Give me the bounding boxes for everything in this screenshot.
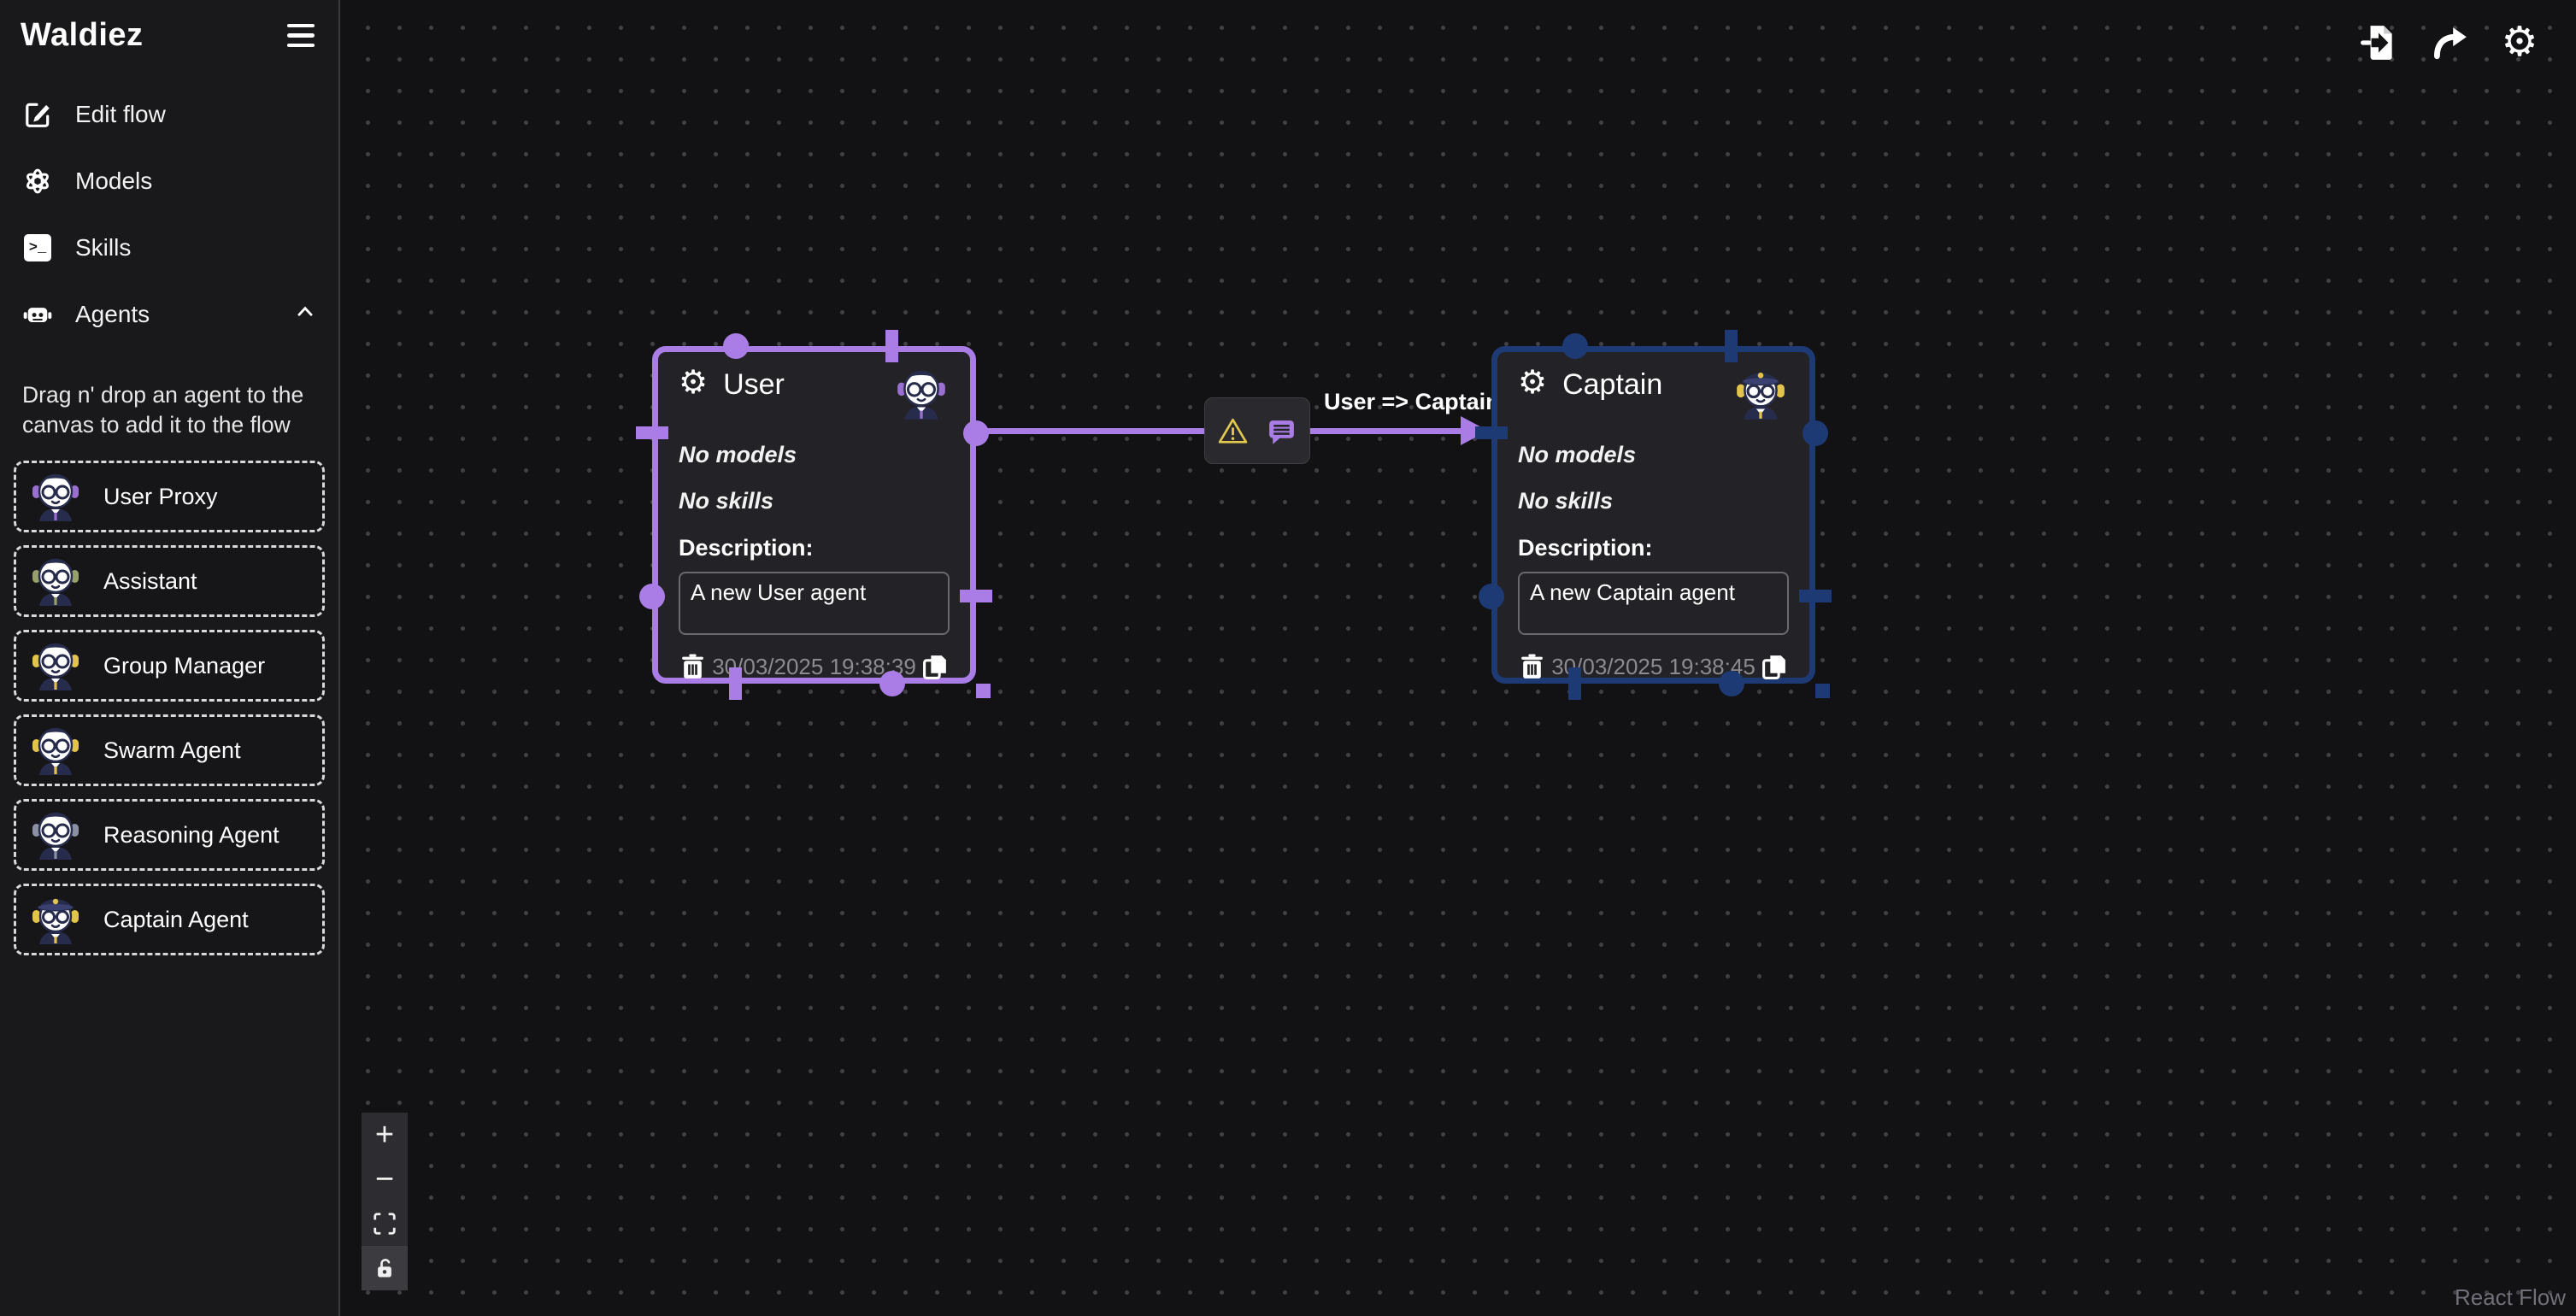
fit-view-button[interactable] [362, 1201, 408, 1246]
node-skills-status: No skills [1518, 488, 1789, 514]
settings-gear-icon: ⚙ [2501, 21, 2538, 66]
palette-item-group-manager[interactable]: Group Manager [14, 630, 325, 702]
handle-bottom-target[interactable] [1568, 667, 1581, 700]
handle-right-target[interactable] [1799, 590, 1832, 602]
sidebar-item-label: Skills [75, 234, 131, 261]
handle-bottom-source[interactable] [879, 671, 905, 696]
description-input[interactable]: A new User agent [679, 572, 950, 635]
handle-top-target[interactable] [1725, 330, 1738, 362]
trash-icon [1518, 653, 1546, 681]
copy-icon [1761, 653, 1789, 681]
captain-node-avatar [1732, 366, 1789, 422]
trash-icon [679, 653, 707, 681]
resize-handle[interactable] [976, 684, 991, 698]
sidebar-item-label: Models [75, 167, 152, 195]
sidebar-item-label: Edit flow [75, 101, 166, 128]
handle-left-source[interactable] [639, 584, 665, 609]
import-file-icon [2360, 23, 2399, 62]
clone-node-button[interactable] [1761, 653, 1789, 681]
models-openai-icon [22, 166, 53, 197]
palette-item-captain-agent[interactable]: Captain Agent [14, 884, 325, 955]
agent-palette: User Proxy Assistant Group Manager Swarm… [14, 461, 325, 955]
description-label: Description: [679, 535, 950, 561]
zoom-in-button[interactable]: + [362, 1113, 408, 1157]
sidebar-item-models[interactable]: Models [14, 148, 325, 214]
sidebar: Waldiez Edit flow Models >_ Skills [0, 0, 340, 1316]
palette-item-reasoning-agent[interactable]: Reasoning Agent [14, 799, 325, 871]
user-node-avatar [893, 366, 950, 422]
skills-terminal-icon: >_ [22, 232, 53, 263]
node-settings-gear-icon[interactable]: ⚙ [1518, 366, 1547, 402]
drag-drop-hint: Drag n' drop an agent to the canvas to a… [22, 380, 316, 440]
node-title: Captain [1562, 366, 1662, 402]
zoom-out-button[interactable]: − [362, 1157, 408, 1201]
handle-top-target[interactable] [885, 330, 898, 362]
sidebar-nav: Edit flow Models >_ Skills Agents [14, 81, 325, 348]
handle-top-source[interactable] [723, 333, 749, 359]
palette-item-swarm-agent[interactable]: Swarm Agent [14, 714, 325, 786]
description-label: Description: [1518, 535, 1789, 561]
flow-toolbar: ⚙ [2359, 22, 2540, 63]
node-title: User [723, 366, 785, 402]
menu-toggle-icon[interactable] [284, 21, 318, 51]
warning-icon[interactable] [1217, 415, 1249, 447]
palette-item-assistant[interactable]: Assistant [14, 545, 325, 617]
share-arrow-icon [2430, 23, 2469, 62]
import-flow-button[interactable] [2359, 22, 2400, 63]
edit-icon [22, 99, 53, 130]
agent-node-captain[interactable]: ⚙ Captain No models No skills Descriptio… [1491, 346, 1815, 684]
handle-top-source[interactable] [1562, 333, 1588, 359]
react-flow-attribution[interactable]: React Flow [2455, 1284, 2566, 1311]
swarm-agent-avatar [28, 723, 83, 778]
resize-handle[interactable] [1815, 684, 1830, 698]
clone-node-button[interactable] [921, 653, 950, 681]
chat-message-icon[interactable] [1266, 415, 1297, 447]
handle-left-target[interactable] [1475, 426, 1508, 439]
settings-button[interactable]: ⚙ [2499, 22, 2540, 63]
assistant-avatar [28, 554, 83, 608]
handle-bottom-target[interactable] [729, 667, 742, 700]
sidebar-item-label: Agents [75, 301, 150, 328]
palette-item-user-proxy[interactable]: User Proxy [14, 461, 325, 532]
copy-icon [921, 653, 950, 681]
unlock-icon [373, 1256, 397, 1280]
canvas-controls: + − [362, 1113, 408, 1290]
sidebar-item-agents[interactable]: Agents [14, 281, 325, 348]
fit-view-icon [372, 1211, 397, 1237]
handle-left-source[interactable] [1479, 584, 1504, 609]
handle-left-target[interactable] [636, 426, 668, 439]
delete-node-button[interactable] [679, 653, 707, 681]
handle-right-target[interactable] [960, 590, 992, 602]
node-settings-gear-icon[interactable]: ⚙ [679, 366, 708, 402]
reasoning-agent-avatar [28, 808, 83, 862]
user-proxy-avatar [28, 469, 83, 524]
edge-actions-badge[interactable] [1204, 397, 1310, 464]
app-title: Waldiez [21, 17, 144, 54]
lock-toggle-button[interactable] [362, 1246, 408, 1290]
edge-label[interactable]: User => Captain [1324, 389, 1500, 415]
node-models-status: No models [1518, 442, 1789, 468]
sidebar-item-skills[interactable]: >_ Skills [14, 214, 325, 281]
chevron-up-icon[interactable] [294, 301, 316, 329]
handle-bottom-source[interactable] [1719, 671, 1744, 696]
agents-robot-icon [22, 299, 53, 330]
sidebar-item-edit-flow[interactable]: Edit flow [14, 81, 325, 148]
captain-agent-avatar [28, 892, 83, 947]
description-input[interactable]: A new Captain agent [1518, 572, 1789, 635]
node-models-status: No models [679, 442, 950, 468]
group-manager-avatar [28, 638, 83, 693]
export-flow-button[interactable] [2429, 22, 2470, 63]
node-skills-status: No skills [679, 488, 950, 514]
agent-node-user[interactable]: ⚙ User No models No skills Description: … [652, 346, 976, 684]
delete-node-button[interactable] [1518, 653, 1546, 681]
